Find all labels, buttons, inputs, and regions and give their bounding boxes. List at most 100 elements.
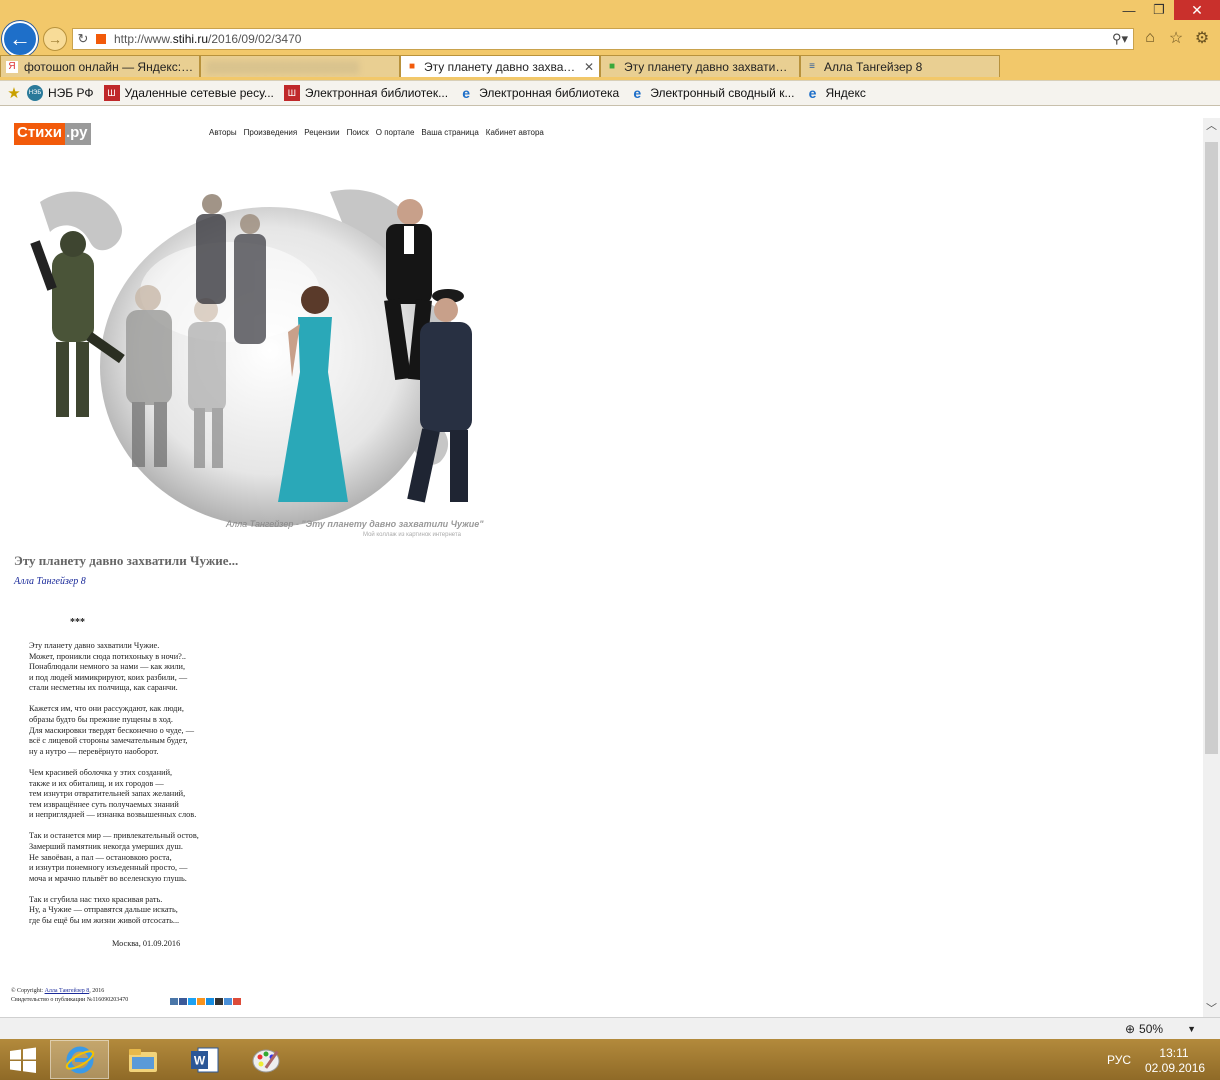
restore-button[interactable]: ❐: [1144, 0, 1174, 20]
settings-gear-icon[interactable]: ⚙: [1192, 28, 1212, 48]
share-twitter-icon[interactable]: [188, 998, 196, 1005]
clock-time: 13:11: [1159, 1046, 1189, 1060]
site-nav: Авторы Произведения Рецензии Поиск О пор…: [209, 128, 544, 137]
close-window-button[interactable]: ✕: [1174, 0, 1220, 20]
input-language[interactable]: РУС: [1107, 1053, 1131, 1067]
author-favicon-icon: ≡: [809, 60, 815, 72]
library-icon: Ш: [103, 85, 120, 101]
favorite-label: Электронная библиотек...: [304, 86, 449, 100]
copyright-year: , 2016: [89, 988, 105, 994]
system-clock[interactable]: 13:11 02.09.2016: [1145, 1046, 1206, 1076]
favorite-label: Электронная библиотека: [479, 86, 620, 100]
poem-author-link[interactable]: Алла Тангейзер 8: [14, 576, 86, 587]
word-icon: W: [190, 1047, 218, 1072]
home-icon[interactable]: ⌂: [1140, 28, 1160, 48]
forward-button[interactable]: →: [43, 27, 67, 51]
scroll-thumb[interactable]: [1205, 142, 1218, 754]
poem-line: Не завоёван, а пал — остановкою роста,: [29, 852, 172, 862]
favorites-add-star-icon[interactable]: ★: [6, 85, 22, 102]
share-mail-icon[interactable]: [206, 998, 214, 1005]
nav-author-cabinet[interactable]: Кабинет автора: [486, 128, 544, 137]
favorite-neb[interactable]: НЭБ НЭБ РФ: [27, 85, 94, 101]
zoom-control[interactable]: ⊕ 50% ▼: [1125, 1022, 1196, 1036]
nav-works[interactable]: Произведения: [244, 128, 298, 137]
stanza-4: Так и останется мир — привлекательный ос…: [29, 831, 199, 884]
favorite-catalog[interactable]: e Электронный сводный к...: [629, 85, 794, 101]
windows-start-icon[interactable]: [8, 1047, 38, 1073]
poem-line: где бы ещё бы им жизни живой отсосать...: [29, 916, 180, 926]
refresh-icon[interactable]: ↻: [73, 31, 93, 47]
tab-strip: Я фотошоп онлайн — Яндекс: ... ░░░░░░░░░…: [0, 55, 1000, 77]
nav-your-page[interactable]: Ваша страница: [421, 128, 478, 137]
favorites-bar: ★ НЭБ НЭБ РФ Ш Удаленные сетевые ресу...…: [0, 80, 1220, 106]
taskbar-file-explorer[interactable]: [113, 1040, 172, 1079]
share-link-icon[interactable]: [224, 998, 232, 1005]
poem-line: тем изнутри отвратительней запах желаний…: [29, 789, 186, 799]
nav-reviews[interactable]: Рецензии: [304, 128, 339, 137]
share-livejournal-icon[interactable]: [215, 998, 223, 1005]
stanza-5: Так и сгубила нас тихо красивая рать. Ну…: [29, 895, 199, 927]
poem-line: также и их обиталищ, и их городов —: [29, 778, 164, 788]
favorite-label: Электронный сводный к...: [650, 86, 795, 100]
share-google-icon[interactable]: [233, 998, 241, 1005]
caption-author: Алла Тангейзер -: [226, 519, 302, 529]
internet-explorer-icon: [65, 1046, 94, 1073]
tab-yandex-search[interactable]: Я фотошоп онлайн — Яндекс: ...: [0, 55, 200, 77]
favorite-elibrary-1[interactable]: Ш Электронная библиотек...: [283, 85, 449, 101]
neb-icon: НЭБ: [27, 85, 43, 101]
tab-label: фотошоп онлайн — Яндекс: ...: [24, 59, 194, 74]
url-text[interactable]: http://www.stihi.ru/2016/09/02/3470: [114, 32, 1107, 46]
status-bar: ⊕ 50% ▼: [0, 1017, 1220, 1039]
paint-palette-icon: [252, 1049, 279, 1072]
collage-image: [30, 189, 472, 527]
share-vk-icon[interactable]: [170, 998, 178, 1005]
search-dropdown-icon[interactable]: ⚲▾: [1107, 31, 1133, 47]
favorite-elibrary-2[interactable]: e Электронная библиотека: [458, 85, 619, 101]
tab-author[interactable]: ≡ Алла Тангейзер 8: [800, 55, 1000, 77]
caption-title: "Эту планету давно захватили Чужие": [301, 519, 484, 529]
tab-poem-2[interactable]: ■ Эту планету давно захватили.....: [600, 55, 800, 77]
vertical-scrollbar[interactable]: ︿ ﹀: [1203, 118, 1220, 1018]
poem-line: Так и сгубила нас тихо красивая рать.: [29, 894, 163, 904]
scroll-down-arrow-icon[interactable]: ﹀: [1203, 1001, 1220, 1018]
taskbar-internet-explorer[interactable]: [50, 1040, 109, 1079]
folder-icon: [128, 1048, 157, 1072]
copyright-author-link[interactable]: Алла Тангейзер 8: [45, 988, 90, 994]
publication-certificate[interactable]: Свидетельство о публикации №116090203470: [11, 997, 128, 1003]
poem-line: Так и останется мир — привлекательный ос…: [29, 831, 199, 841]
favorite-yandex[interactable]: e Яндекс: [804, 85, 866, 101]
favorites-star-icon[interactable]: ☆: [1166, 28, 1186, 48]
favorite-remote-resources[interactable]: Ш Удаленные сетевые ресу...: [103, 85, 274, 101]
favorite-label: Яндекс: [825, 86, 866, 100]
copyright: © Copyright: Алла Тангейзер 8, 2016: [11, 988, 104, 994]
address-bar[interactable]: ↻ http://www.stihi.ru/2016/09/02/3470 ⚲▾: [72, 28, 1134, 50]
ie-page-icon: e: [633, 85, 642, 101]
url-domain: stihi.ru: [172, 32, 209, 46]
back-button[interactable]: ←: [2, 21, 38, 57]
tab-blurred[interactable]: ░░░░░░░░░░░░░░░░░░: [200, 55, 400, 77]
poem-line: Ну, а Чужие — отправятся дальше искать,: [29, 905, 178, 915]
taskbar-word[interactable]: W: [175, 1040, 234, 1079]
poem-line: ну а нутро — перевёрнуто наоборот.: [29, 746, 159, 756]
nav-authors[interactable]: Авторы: [209, 128, 237, 137]
zoom-level: 50%: [1139, 1022, 1164, 1036]
zoom-dropdown-icon[interactable]: ▼: [1187, 1024, 1196, 1034]
poem-stars: ***: [70, 617, 85, 628]
site-logo[interactable]: Стихи .ру: [14, 123, 92, 145]
tab-active-poem[interactable]: ■ Эту планету давно захвати... ✕: [400, 55, 600, 77]
clock-date: 02.09.2016: [1145, 1061, 1206, 1075]
share-odnoklassniki-icon[interactable]: [197, 998, 205, 1005]
url-path: /2016/09/02/3470: [208, 32, 302, 46]
close-tab-icon[interactable]: ✕: [584, 60, 594, 74]
stanza-2: Кажется им, что они рассуждают, как люди…: [29, 704, 199, 757]
hero-subcaption: Мой коллаж из картинок интернета: [363, 532, 461, 538]
minimize-button[interactable]: —: [1114, 0, 1144, 20]
windows-taskbar: W РУС 13:11 02.09.2016: [0, 1039, 1220, 1080]
poem-line: Чем красивей оболочка у этих созданий,: [29, 767, 173, 777]
taskbar-paint[interactable]: [237, 1040, 296, 1079]
nav-search[interactable]: Поиск: [347, 128, 369, 137]
scroll-up-arrow-icon[interactable]: ︿: [1203, 118, 1220, 135]
copyright-prefix: © Copyright:: [11, 988, 45, 994]
share-facebook-icon[interactable]: [179, 998, 187, 1005]
nav-about[interactable]: О портале: [376, 128, 415, 137]
